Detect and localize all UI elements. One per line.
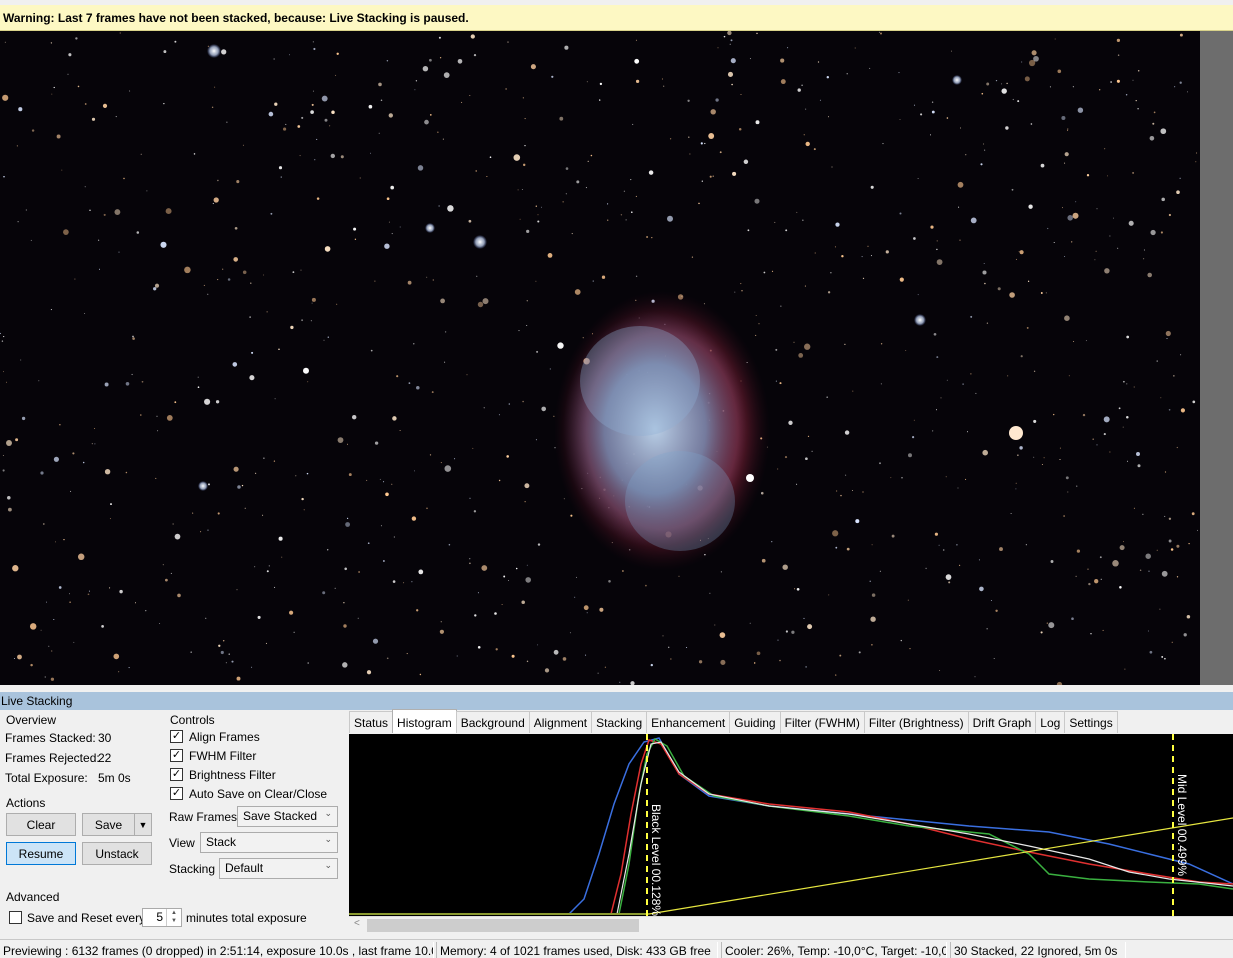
controls-label: Controls	[170, 713, 215, 727]
histogram-green-curve	[349, 737, 1233, 915]
tab-enhancement[interactable]: Enhancement	[646, 711, 731, 733]
clear-button[interactable]: Clear	[6, 813, 76, 836]
histogram-blue-curve	[349, 737, 1233, 915]
histogram-red-curve	[349, 739, 1233, 915]
frames-rejected-label: Frames Rejected:	[5, 751, 100, 765]
fwhm-filter-checkbox[interactable]: ✓	[170, 749, 183, 762]
auto-save-checkbox[interactable]: ✓	[170, 787, 183, 800]
tab-alignment[interactable]: Alignment	[528, 711, 593, 733]
live-stacking-title: Live Stacking	[0, 692, 1233, 710]
stepper-arrows-icon[interactable]: ▲ ▼	[166, 909, 181, 926]
tab-log[interactable]: Log	[1035, 711, 1066, 733]
save-reset-stepper[interactable]: 5 ▲ ▼	[142, 908, 182, 927]
view-select[interactable]: Stack ⌄	[200, 832, 338, 853]
tab-stacking[interactable]: Stacking	[591, 711, 648, 733]
panel-separator	[0, 685, 1233, 692]
vertical-scrollbar[interactable]	[1200, 31, 1233, 685]
overview-label: Overview	[6, 713, 57, 727]
unstack-button[interactable]: Unstack	[82, 842, 152, 865]
resume-button[interactable]: Resume	[6, 842, 76, 865]
save-button[interactable]: Save	[82, 813, 134, 836]
histogram-scrollbar[interactable]: <	[349, 916, 1233, 934]
tab-drift-graph[interactable]: Drift Graph	[967, 711, 1037, 733]
save-reset-suffix: minutes total exposure	[186, 911, 307, 925]
mid-level-label: Mid Level 00.499%	[1175, 774, 1189, 876]
status-cooler: Cooler: 26%, Temp: -10,0°C, Target: -10,…	[721, 942, 947, 958]
total-exposure-label: Total Exposure:	[5, 771, 88, 785]
save-dropdown-arrow-icon[interactable]: ▼	[134, 813, 152, 836]
tab-background[interactable]: Background	[455, 711, 530, 733]
align-frames-checkbox[interactable]: ✓	[170, 730, 183, 743]
scrollbar-thumb[interactable]	[367, 919, 639, 932]
histogram-panel[interactable]: Black Level 00.128% Mid Level 00.499%	[349, 734, 1233, 916]
status-bar: Previewing : 6132 frames (0 dropped) in …	[0, 939, 1233, 958]
tab-filter-brightness[interactable]: Filter (Brightness)	[863, 711, 969, 733]
scroll-left-icon[interactable]: <	[354, 918, 360, 929]
nebula-image	[0, 31, 1200, 685]
save-reset-checkbox[interactable]	[9, 911, 22, 924]
tab-histogram[interactable]: Histogram	[392, 709, 457, 733]
fwhm-filter-label: FWHM Filter	[189, 749, 257, 763]
brightness-filter-label: Brightness Filter	[189, 768, 276, 782]
align-frames-label: Align Frames	[189, 730, 260, 744]
stacking-label: Stacking	[169, 862, 216, 876]
status-memory: Memory: 4 of 1021 frames used, Disk: 433…	[436, 942, 718, 958]
chevron-down-icon: ⌄	[324, 860, 332, 870]
frames-stacked-value: 30	[98, 731, 112, 745]
chevron-down-icon: ⌄	[324, 834, 332, 844]
tab-guiding[interactable]: Guiding	[729, 711, 781, 733]
histogram-white-curve	[349, 741, 1233, 915]
frames-rejected-value: 22	[98, 751, 112, 765]
actions-label: Actions	[6, 796, 46, 810]
chevron-down-icon: ⌄	[324, 808, 332, 818]
auto-save-label: Auto Save on Clear/Close	[189, 787, 328, 801]
status-stacked: 30 Stacked, 22 Ignored, 5m 0s	[950, 942, 1126, 958]
total-exposure-value: 5m 0s	[98, 771, 131, 785]
black-level-label: Black Level 00.128%	[649, 804, 663, 916]
warning-banner: Warning: Last 7 frames have not been sta…	[0, 5, 1233, 31]
raw-frames-select[interactable]: Save Stacked ⌄	[237, 806, 338, 827]
tab-settings[interactable]: Settings	[1064, 711, 1118, 733]
status-preview: Previewing : 6132 frames (0 dropped) in …	[0, 942, 434, 958]
stacking-select[interactable]: Default ⌄	[219, 858, 338, 879]
tab-filter-fwhm[interactable]: Filter (FWHM)	[779, 711, 865, 733]
save-reset-label: Save and Reset every	[27, 911, 146, 925]
raw-frames-label: Raw Frames	[169, 810, 238, 824]
histogram-graph: Black Level 00.128% Mid Level 00.499%	[349, 734, 1233, 916]
tab-strip: Status Histogram Background Alignment St…	[349, 709, 1118, 733]
brightness-filter-checkbox[interactable]: ✓	[170, 768, 183, 781]
view-label: View	[169, 836, 195, 850]
frames-stacked-label: Frames Stacked:	[5, 731, 96, 745]
advanced-label: Advanced	[6, 890, 60, 904]
image-viewport[interactable]	[0, 31, 1200, 685]
tab-status[interactable]: Status	[349, 711, 394, 733]
